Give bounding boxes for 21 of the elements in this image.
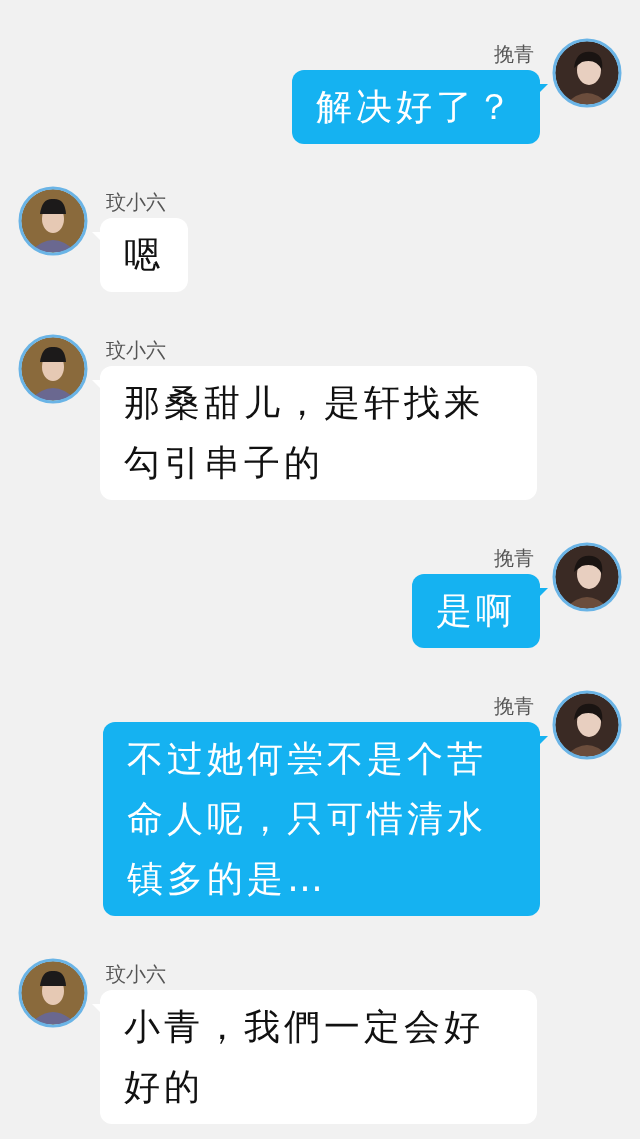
avatar-icon[interactable] <box>552 38 622 108</box>
sender-name: 挽青 <box>493 693 535 720</box>
bubble-tail <box>540 736 548 744</box>
sender-name: 挽青 <box>493 41 535 68</box>
message-bubble: 是啊 <box>412 574 540 648</box>
message-bubble: 小青，我們一定会好好的 <box>100 990 537 1124</box>
sender-name: 挽青 <box>493 545 535 572</box>
message-bubble: 不过她何尝不是个苦命人呢，只可惜清水镇多的是… <box>103 722 540 916</box>
sender-name: 玟小六 <box>105 337 167 364</box>
message-bubble: 解决好了？ <box>292 70 540 144</box>
avatar-icon[interactable] <box>18 334 88 404</box>
avatar-icon[interactable] <box>552 542 622 612</box>
avatar-icon[interactable] <box>18 186 88 256</box>
avatar-icon[interactable] <box>552 690 622 760</box>
avatar-icon[interactable] <box>18 958 88 1028</box>
message-bubble: 那桑甜儿，是轩找来勾引串子的 <box>100 366 537 500</box>
bubble-tail <box>540 588 548 596</box>
message-bubble: 嗯 <box>100 218 188 292</box>
sender-name: 玟小六 <box>105 961 167 988</box>
sender-name: 玟小六 <box>105 189 167 216</box>
bubble-tail <box>540 84 548 92</box>
